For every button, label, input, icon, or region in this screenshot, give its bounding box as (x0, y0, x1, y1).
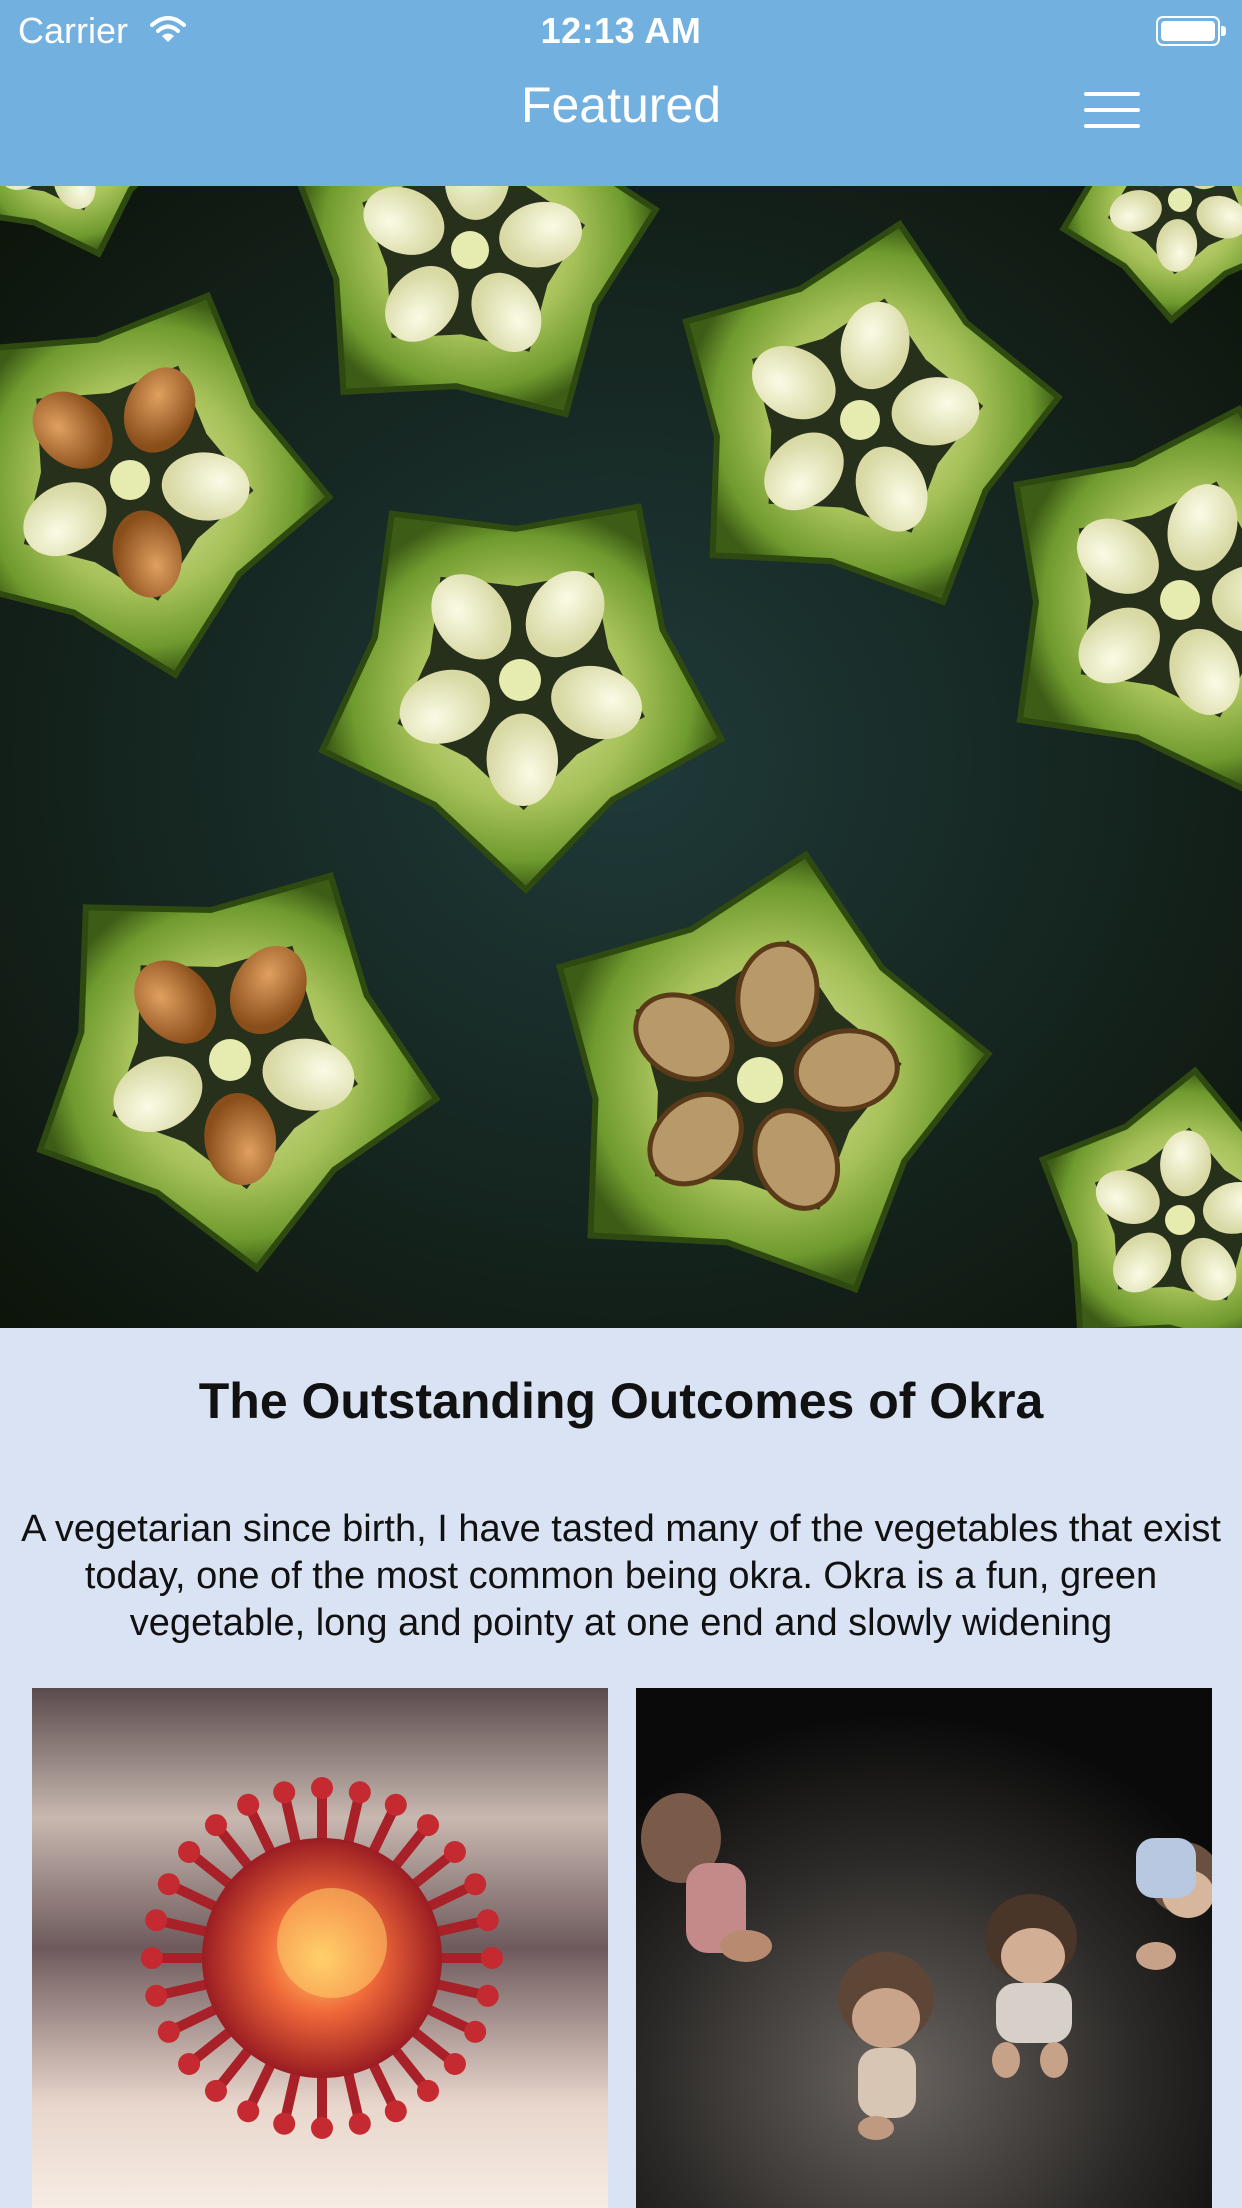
children-image (636, 1688, 1212, 2208)
navigation-bar: Carrier 12:13 AM Featured (0, 0, 1242, 186)
related-article-children[interactable] (636, 1688, 1212, 2208)
clock: 12:13 AM (540, 10, 702, 51)
status-bar: Carrier 12:13 AM (0, 0, 1242, 62)
battery-icon (1156, 16, 1226, 46)
okra-image (0, 186, 1242, 1328)
virus-image (32, 1688, 608, 2208)
article-excerpt: A vegetarian since birth, I have tasted … (21, 1508, 1221, 1644)
related-article-virus[interactable] (32, 1688, 608, 2208)
article-title[interactable]: The Outstanding Outcomes of Okra (0, 1372, 1242, 1430)
hamburger-menu-icon[interactable] (1082, 88, 1142, 132)
page-title: Featured (520, 77, 722, 133)
featured-article-image[interactable] (0, 186, 1242, 1328)
